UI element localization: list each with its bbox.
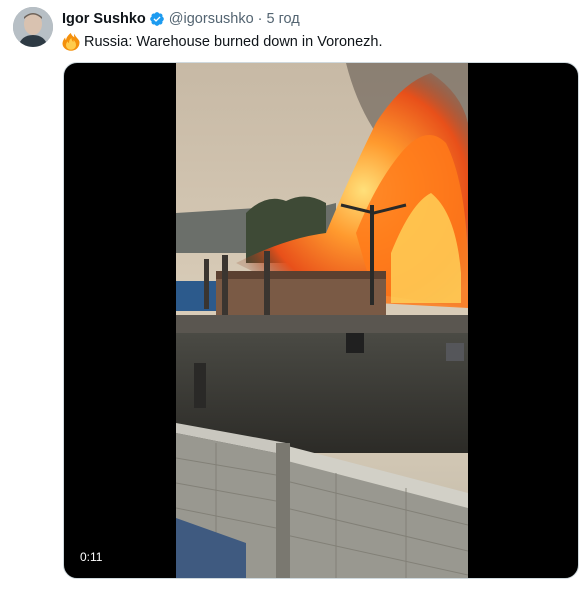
- avatar-image: [13, 7, 53, 47]
- author-handle[interactable]: @igorsushko: [169, 11, 254, 27]
- video-frame[interactable]: [176, 63, 468, 578]
- fire-emoji: [62, 33, 80, 51]
- author-name[interactable]: Igor Sushko: [62, 11, 146, 27]
- tweet-timestamp[interactable]: 5 год: [266, 11, 299, 27]
- tweet-card: Igor Sushko @igorsushko · 5 год Russia: …: [0, 0, 585, 591]
- avatar[interactable]: [13, 7, 53, 47]
- video-duration: 0:11: [76, 548, 107, 566]
- tweet-header: Igor Sushko @igorsushko · 5 год: [62, 10, 300, 28]
- tweet-text-content: Russia: Warehouse burned down in Voronez…: [84, 34, 383, 50]
- video-player[interactable]: 0:11: [63, 62, 579, 579]
- separator-dot: ·: [257, 11, 263, 27]
- verified-badge-icon: [149, 11, 165, 27]
- tweet-text: Russia: Warehouse burned down in Voronez…: [62, 32, 383, 52]
